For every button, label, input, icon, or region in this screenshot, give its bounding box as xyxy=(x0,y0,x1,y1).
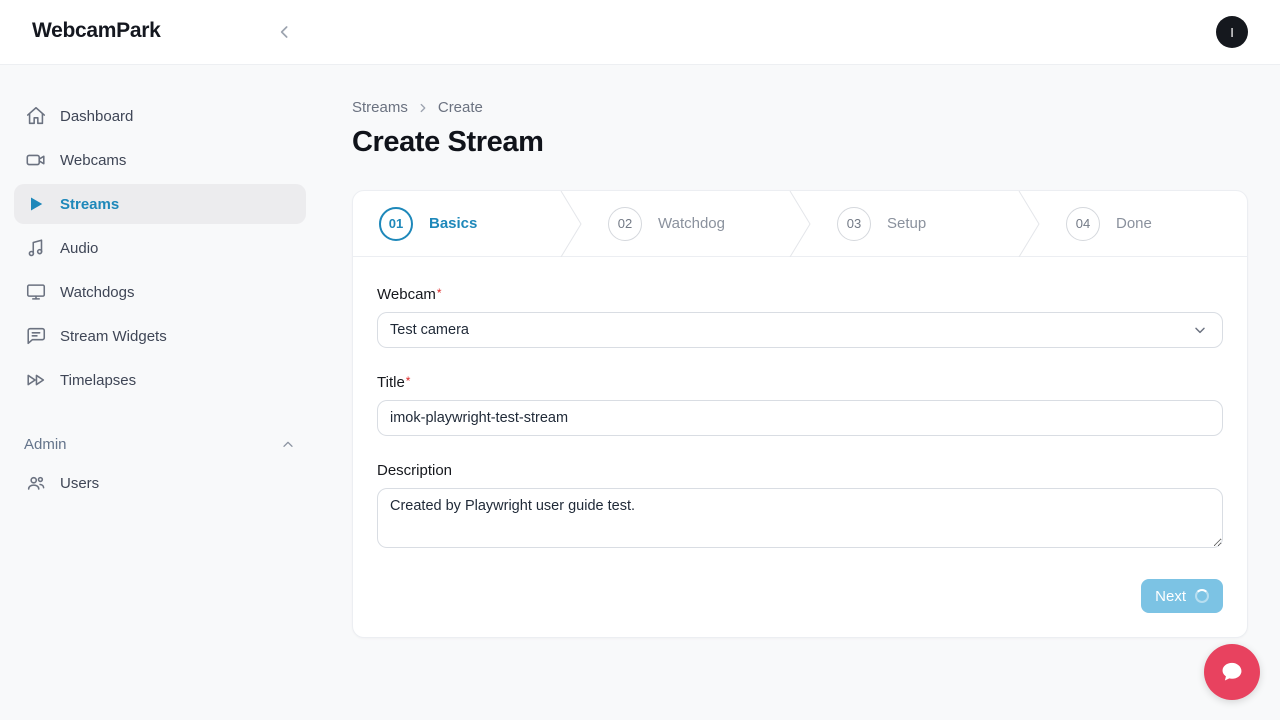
message-icon xyxy=(24,324,48,348)
title-label-text: Title xyxy=(377,374,405,391)
step-label: Setup xyxy=(887,215,926,232)
sidebar-item-dashboard[interactable]: Dashboard xyxy=(14,96,306,136)
sidebar-item-label: Watchdogs xyxy=(60,284,134,301)
step-separator-icon xyxy=(789,191,811,257)
next-button[interactable]: Next xyxy=(1141,579,1223,613)
form-actions: Next xyxy=(377,579,1223,613)
sidebar-item-stream-widgets[interactable]: Stream Widgets xyxy=(14,316,306,356)
chat-widget-button[interactable] xyxy=(1204,644,1260,700)
step-label: Done xyxy=(1116,215,1152,232)
sidebar-item-webcams[interactable]: Webcams xyxy=(14,140,306,180)
required-asterisk: * xyxy=(437,286,442,300)
required-asterisk: * xyxy=(406,374,411,388)
sidebar-item-label: Audio xyxy=(60,240,98,257)
step-number: 02 xyxy=(608,207,642,241)
sidebar-item-streams[interactable]: Streams xyxy=(14,184,306,224)
sidebar-item-label: Dashboard xyxy=(60,108,133,125)
webcam-select-value: Test camera xyxy=(390,322,469,338)
breadcrumb-create: Create xyxy=(438,99,483,116)
sidebar-item-label: Webcams xyxy=(60,152,126,169)
webcam-field-group: Webcam* Test camera xyxy=(377,286,1223,348)
step-setup[interactable]: 03 Setup xyxy=(811,191,1018,256)
play-icon xyxy=(24,192,48,216)
step-label: Watchdog xyxy=(658,215,725,232)
sidebar-item-audio[interactable]: Audio xyxy=(14,228,306,268)
sidebar-item-label: Stream Widgets xyxy=(60,328,167,345)
step-number: 03 xyxy=(837,207,871,241)
sidebar-collapse-button[interactable] xyxy=(274,21,296,43)
sidebar-item-label: Timelapses xyxy=(60,372,136,389)
sidebar-item-watchdogs[interactable]: Watchdogs xyxy=(14,272,306,312)
next-button-label: Next xyxy=(1155,588,1186,605)
breadcrumb: Streams Create xyxy=(352,99,1248,116)
sidebar-item-label: Streams xyxy=(60,196,119,213)
description-textarea[interactable]: Created by Playwright user guide test. xyxy=(377,488,1223,548)
admin-section-label: Admin xyxy=(24,436,67,453)
step-separator-icon xyxy=(560,191,582,257)
title-label: Title* xyxy=(377,374,1223,391)
breadcrumb-streams[interactable]: Streams xyxy=(352,99,408,116)
fast-forward-icon xyxy=(24,368,48,392)
avatar-initial: I xyxy=(1230,25,1234,40)
create-stream-card: 01 Basics 02 Watchdog 03 Setup 04 xyxy=(352,190,1248,638)
user-avatar[interactable]: I xyxy=(1216,16,1248,48)
step-label: Basics xyxy=(429,215,477,232)
title-input[interactable] xyxy=(377,400,1223,436)
sidebar-item-label: Users xyxy=(60,475,99,492)
sidebar-item-users[interactable]: Users xyxy=(14,463,306,503)
step-number: 04 xyxy=(1066,207,1100,241)
step-done[interactable]: 04 Done xyxy=(1040,191,1247,256)
description-field-group: Description Created by Playwright user g… xyxy=(377,462,1223,553)
title-field-group: Title* xyxy=(377,374,1223,436)
sidebar-item-timelapses[interactable]: Timelapses xyxy=(14,360,306,400)
step-basics[interactable]: 01 Basics xyxy=(353,191,560,256)
chevron-right-icon xyxy=(416,101,430,115)
video-camera-icon xyxy=(24,148,48,172)
step-number: 01 xyxy=(379,207,413,241)
home-icon xyxy=(24,104,48,128)
basics-form: Webcam* Test camera Title* Description C… xyxy=(353,257,1247,637)
app-logo[interactable]: WebcamPark xyxy=(32,19,161,43)
main-content: Streams Create Create Stream 01 Basics 0… xyxy=(352,65,1248,638)
page-title: Create Stream xyxy=(352,126,1248,159)
chat-bubble-icon xyxy=(1218,658,1246,686)
music-note-icon xyxy=(24,236,48,260)
app-header: WebcamPark I xyxy=(0,0,1280,65)
webcam-label: Webcam* xyxy=(377,286,1223,303)
chevron-up-icon xyxy=(280,437,296,453)
webcam-label-text: Webcam xyxy=(377,286,436,303)
monitor-icon xyxy=(24,280,48,304)
chevron-left-icon xyxy=(275,22,295,42)
sidebar-section-admin[interactable]: Admin xyxy=(24,436,296,453)
step-watchdog[interactable]: 02 Watchdog xyxy=(582,191,789,256)
webcam-select[interactable]: Test camera xyxy=(377,312,1223,348)
sidebar: Dashboard Webcams Streams Audio Watchdog… xyxy=(0,65,320,720)
wizard-steps: 01 Basics 02 Watchdog 03 Setup 04 xyxy=(353,191,1247,257)
description-label: Description xyxy=(377,462,1223,479)
loading-spinner-icon xyxy=(1195,589,1209,603)
step-separator-icon xyxy=(1018,191,1040,257)
chevron-down-icon xyxy=(1192,322,1208,338)
users-icon xyxy=(24,471,48,495)
